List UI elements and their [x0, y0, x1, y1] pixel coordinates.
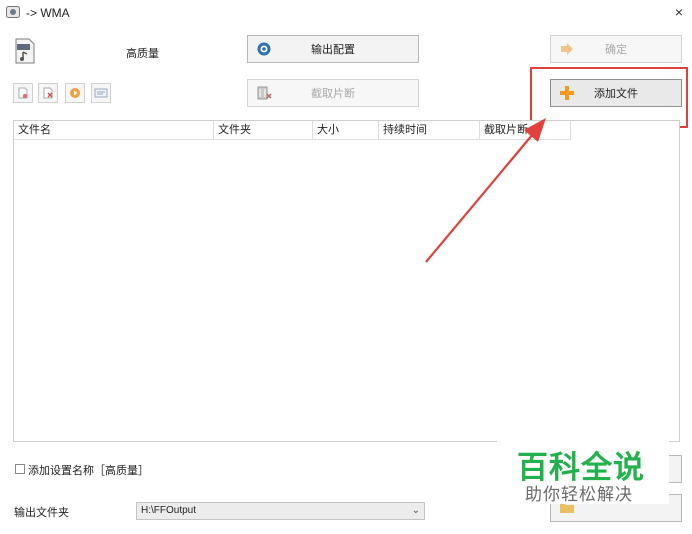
- info-panel-icon: [94, 88, 108, 98]
- chevron-down-icon: ⌄: [411, 505, 420, 516]
- clear-list-button[interactable]: [38, 83, 58, 103]
- close-button[interactable]: ×: [672, 4, 686, 20]
- output-config-button[interactable]: 输出配置: [247, 35, 419, 63]
- watermark-subtitle: 助你轻松解决: [525, 485, 633, 504]
- column-header-folder[interactable]: 文件夹: [214, 121, 313, 139]
- output-folder-label: 输出文件夹: [14, 507, 69, 519]
- clip-button[interactable]: 截取片断: [247, 79, 419, 107]
- settings-icon: [257, 42, 271, 56]
- confirm-button[interactable]: 确定: [550, 35, 682, 63]
- clip-label: 截取片断: [311, 88, 355, 100]
- add-settings-name-label: 添加设置名称［高质量］: [28, 465, 149, 477]
- clear-list-icon: [43, 87, 53, 99]
- output-folder-select[interactable]: H:\FFOutput ⌄: [136, 502, 425, 520]
- column-header-filename[interactable]: 文件名: [14, 121, 214, 139]
- profile-label: 高质量: [126, 48, 159, 60]
- info-button[interactable]: [91, 83, 111, 103]
- remove-file-button[interactable]: [13, 83, 33, 103]
- window-title: -> WMA: [26, 6, 70, 20]
- play-icon: [70, 88, 80, 98]
- watermark: 百科全说 助你轻松解决: [497, 438, 669, 504]
- column-header-size[interactable]: 大小: [313, 121, 379, 139]
- app-icon: [6, 6, 20, 18]
- confirm-label: 确定: [605, 44, 627, 56]
- wma-file-icon: [15, 38, 35, 64]
- film-clip-icon: [257, 86, 272, 100]
- add-settings-name-checkbox[interactable]: [15, 464, 25, 474]
- output-folder-value: H:\FFOutput: [141, 505, 197, 516]
- annotation-arrow: [425, 118, 546, 263]
- title-bar: -> WMA ×: [0, 0, 692, 26]
- remove-file-icon: [18, 87, 28, 99]
- play-button[interactable]: [65, 83, 85, 103]
- file-table[interactable]: 文件名 文件夹 大小 持续时间 截取片断: [13, 120, 680, 442]
- output-config-label: 输出配置: [311, 44, 355, 56]
- confirm-arrow-icon: [561, 43, 573, 55]
